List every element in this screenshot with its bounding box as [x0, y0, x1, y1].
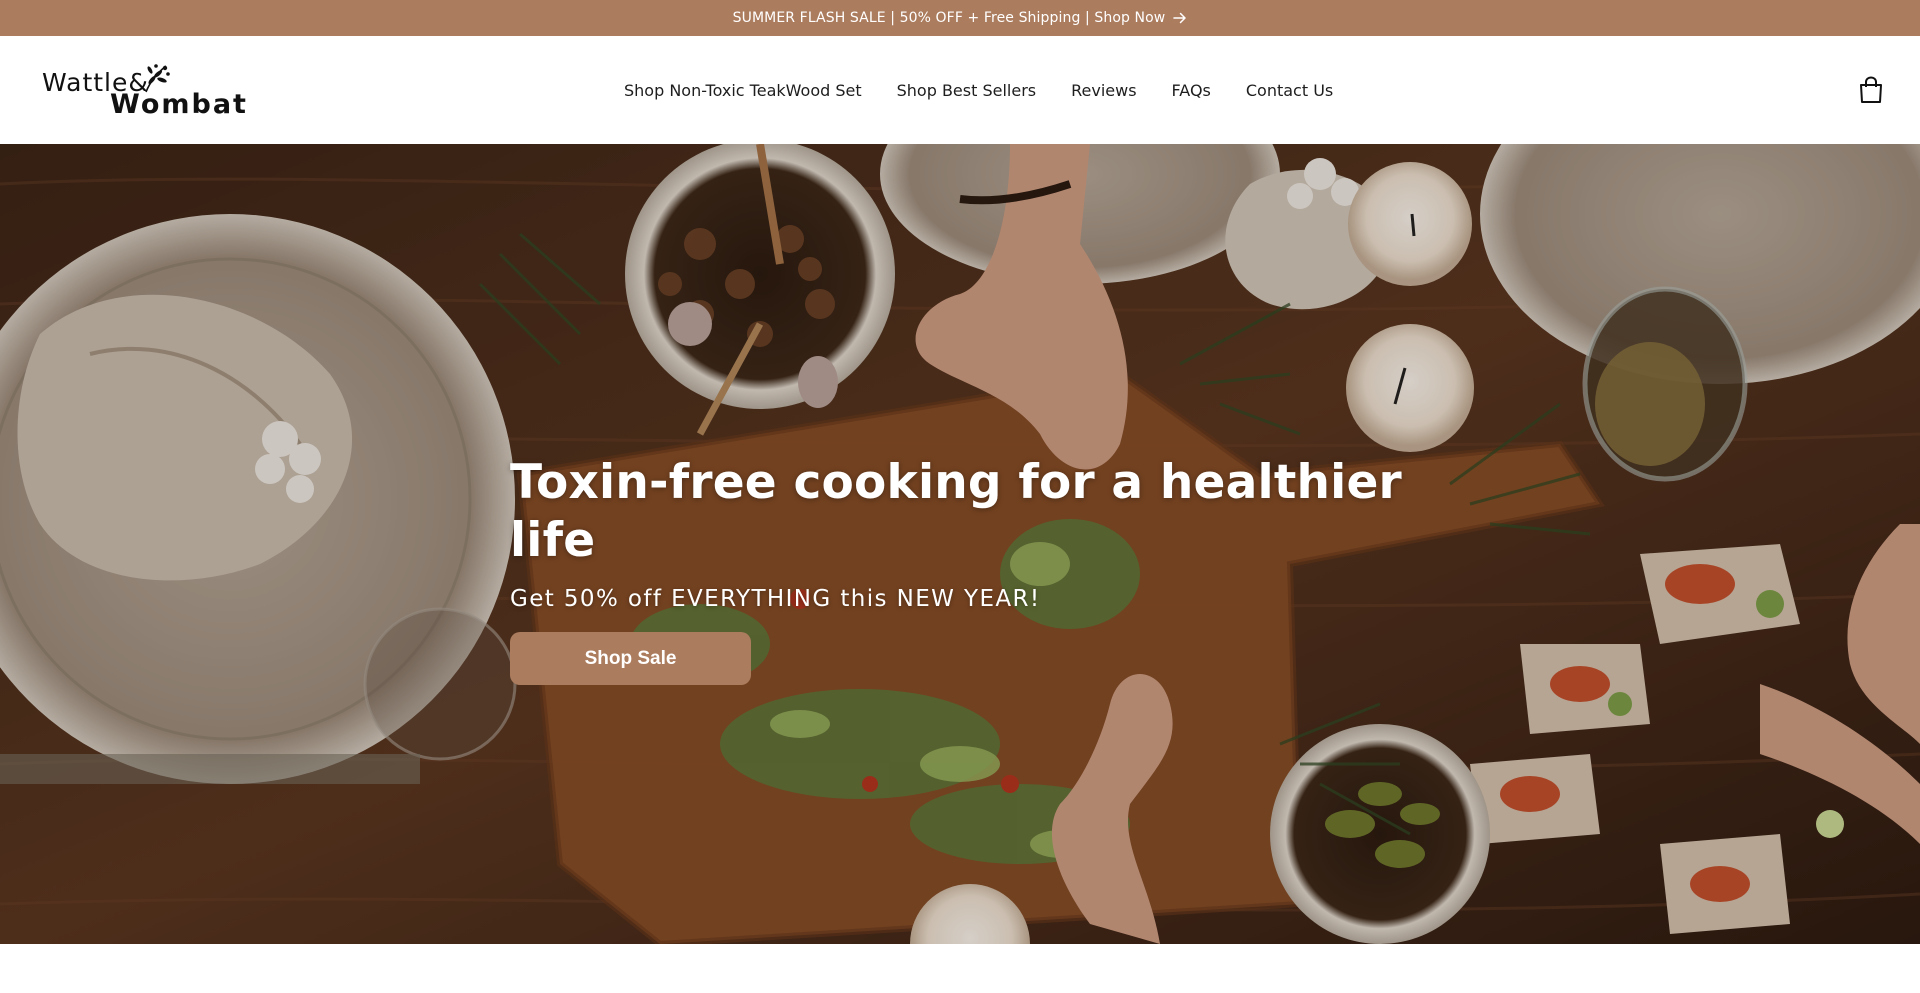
nav-item-faqs[interactable]: FAQs	[1172, 81, 1211, 100]
shopping-bag-icon	[1860, 76, 1882, 103]
main-nav: Shop Non-Toxic TeakWood Set Shop Best Se…	[624, 36, 1333, 144]
nav-item-best-sellers[interactable]: Shop Best Sellers	[897, 81, 1037, 100]
page-section-below	[0, 944, 1920, 993]
announcement-bar[interactable]: SUMMER FLASH SALE | 50% OFF + Free Shipp…	[0, 0, 1920, 36]
hero-banner: Toxin-free cooking for a healthier life …	[0, 144, 1920, 944]
hero-subtitle: Get 50% off EVERYTHING this NEW YEAR!	[510, 586, 1041, 612]
nav-item-contact-us[interactable]: Contact Us	[1246, 81, 1333, 100]
shop-sale-button[interactable]: Shop Sale	[510, 632, 751, 685]
cart-button[interactable]	[1858, 76, 1884, 104]
nav-item-teakwood-set[interactable]: Shop Non-Toxic TeakWood Set	[624, 81, 862, 100]
announcement-text: SUMMER FLASH SALE | 50% OFF + Free Shipp…	[732, 10, 1166, 26]
arrow-right-icon	[1173, 12, 1187, 24]
hero-title: Toxin-free cooking for a healthier life	[510, 455, 1402, 568]
logo-line2: Wombat	[110, 89, 248, 120]
wattle-sprig-icon	[145, 64, 170, 93]
hero-content: Toxin-free cooking for a healthier life …	[510, 454, 1410, 685]
site-logo[interactable]: Wattle& Wombat	[42, 60, 246, 120]
site-header: Wattle& Wombat Shop Non-Toxic TeakWood S…	[0, 36, 1920, 144]
nav-item-reviews[interactable]: Reviews	[1071, 81, 1136, 100]
